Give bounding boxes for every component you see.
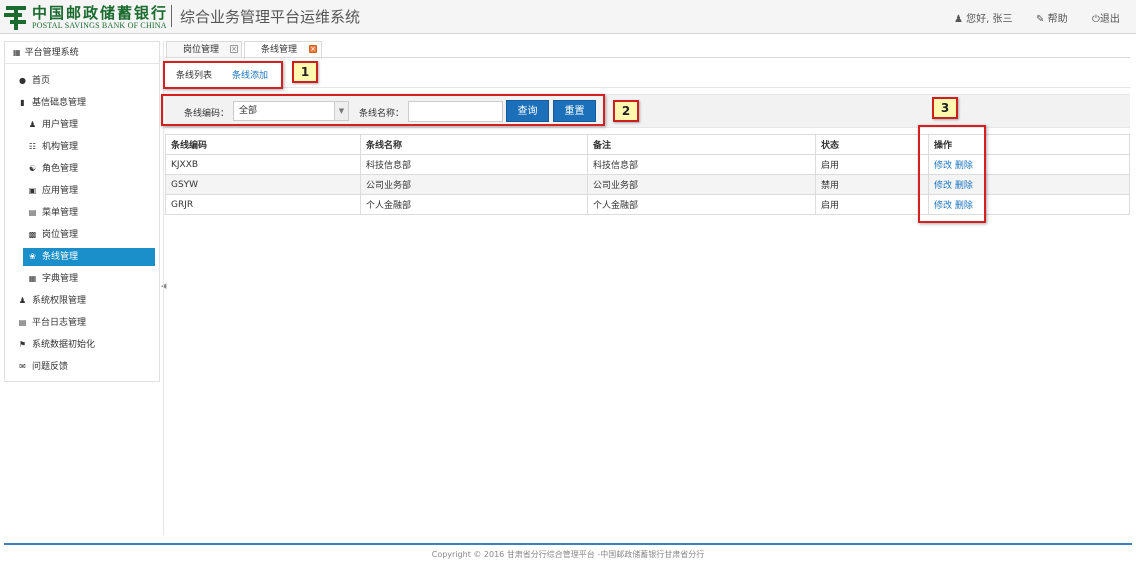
sidebar-item-apps[interactable]: ▣ 应用管理 [27,182,157,200]
annotation-marker-2: 2 [613,100,639,122]
calendar-icon: ▤ [18,318,27,327]
annotation-box-2 [161,94,605,126]
bank-name-en: POSTAL SAVINGS BANK OF CHINA [32,21,167,30]
calendar-icon: ▤ [28,208,37,217]
system-title: 综合业务管理平台运维系统 [180,8,361,26]
sidebar-item-menus[interactable]: ▤ 菜单管理 [27,204,157,222]
footer-line [4,543,1132,545]
flag-icon: ⚑ [18,340,27,349]
close-icon[interactable]: × [309,45,317,53]
sidebar-item-positions[interactable]: ▩ 岗位管理 [27,226,157,244]
sidebar-item-users[interactable]: ♟ 用户管理 [27,116,157,134]
logout-label: 退出 [1099,14,1120,25]
doc-icon: ▩ [28,230,37,239]
help-link[interactable]: ✎ 帮助 [1036,10,1068,25]
help-label: 帮助 [1047,14,1068,25]
sidebar-item-label: 机构管理 [42,142,79,152]
sidebar-item-label: 应用管理 [42,186,79,196]
sidebar-item-label: 用户管理 [42,120,79,130]
sidebar-item-dictionary[interactable]: ▦ 字典管理 [27,270,157,288]
title-divider [171,5,172,27]
tab-positions[interactable]: 岗位管理 × [166,41,242,58]
sitemap-icon: ☷ [28,142,37,151]
app-header: 中国邮政储蓄银行 POSTAL SAVINGS BANK OF CHINA 综合… [0,0,1136,34]
sidebar-item-label: 首页 [32,76,51,86]
sidebar-item-label: 条线管理 [42,252,79,262]
monitor-icon: ▣ [28,186,37,195]
footer-copyright: Copyright © 2016 甘肃省分行综合管理平台 -中国邮政储蓄银行甘肃… [431,550,705,559]
tree-icon: ♟ [18,296,27,305]
cell-status: 启用 [815,194,929,215]
grid-icon: ▦ [28,274,37,283]
sidebar-item-label: 基信础息管理 [32,98,87,108]
sidebar-item-label: 岗位管理 [42,230,79,240]
cell-remark: 公司业务部 [587,174,816,195]
user-icon: ♟ [954,14,963,25]
sidebar-item-lines[interactable]: ❀ 条线管理 [23,248,155,266]
sidebar-item-roles[interactable]: ☯ 角色管理 [27,160,157,178]
cell-remark: 个人金融部 [587,194,816,215]
annotation-box-1 [163,61,283,89]
sidebar-item-permissions[interactable]: ♟ 系统权限管理 [17,292,157,310]
cell-status: 禁用 [815,174,929,195]
sidebar-item-basic-info[interactable]: ▮ 基信础息管理 [17,94,157,112]
user-greeting[interactable]: ♟ 您好, 张三 [954,10,1013,25]
bank-logo-icon [4,6,26,30]
book-icon: ▮ [20,98,25,107]
sidebar-item-label: 字典管理 [42,274,79,284]
sidebar-item-logs[interactable]: ▤ 平台日志管理 [17,314,157,332]
sidebar-title: 平台管理系统 [24,48,79,58]
user-icon: ♟ [28,120,37,129]
close-icon[interactable]: × [230,45,238,53]
pencil-icon: ✎ [1036,14,1045,25]
sidebar-item-label: 系统权限管理 [32,296,87,306]
dashboard-icon: ▦ [13,48,21,57]
cell-status: 启用 [815,154,929,175]
sidebar-item-label: 平台日志管理 [32,318,87,328]
user-greeting-label: 您好, 张三 [966,14,1013,25]
annotation-marker-3: 3 [932,97,958,119]
column-header: 状态 [815,134,929,155]
sidebar-item-label: 角色管理 [42,164,79,174]
sidebar-item-label: 问题反馈 [32,362,69,372]
tabs-baseline [165,57,1130,58]
cell-code: GSYW [165,174,361,195]
sidebar-header: ▦ 平台管理系统 [5,42,159,64]
cell-code: GRJR [165,194,361,215]
group-icon: ☯ [28,164,37,173]
globe-icon: ● [19,76,26,85]
cell-name: 公司业务部 [360,174,588,195]
cell-name: 个人金融部 [360,194,588,215]
column-header: 条线编码 [165,134,361,155]
power-icon: ⏻ [1092,14,1100,25]
column-header: 条线名称 [360,134,588,155]
sidebar-item-label: 菜单管理 [42,208,79,218]
sidebar: ▦ 平台管理系统 ● 首页 ▮ 基信础息管理 ♟ 用户管理 ☷ 机构管理 ☯ 角色管理 ▣ 应… [4,41,160,382]
leaf-icon: ❀ [29,252,36,261]
logout-link[interactable]: ⏻退出 [1092,10,1120,25]
annotation-marker-1: 1 [292,61,318,83]
subtabs-baseline [165,87,1130,88]
cell-name: 科技信息部 [360,154,588,175]
cell-remark: 科技信息部 [587,154,816,175]
chat-icon: ✉ [19,362,26,371]
sidebar-item-label: 系统数据初始化 [32,340,96,350]
sidebar-item-feedback[interactable]: ✉ 问题反馈 [17,358,157,376]
cell-code: KJXXB [165,154,361,175]
annotation-box-3 [918,125,986,223]
tab-label: 岗位管理 [183,45,220,55]
bank-name-cn: 中国邮政储蓄银行 [32,4,169,22]
column-header: 备注 [587,134,816,155]
sidebar-item-orgs[interactable]: ☷ 机构管理 [27,138,157,156]
sidebar-item-init[interactable]: ⚑ 系统数据初始化 [17,336,157,354]
tab-label: 条线管理 [261,45,298,55]
sidebar-item-home[interactable]: ● 首页 [17,72,157,90]
